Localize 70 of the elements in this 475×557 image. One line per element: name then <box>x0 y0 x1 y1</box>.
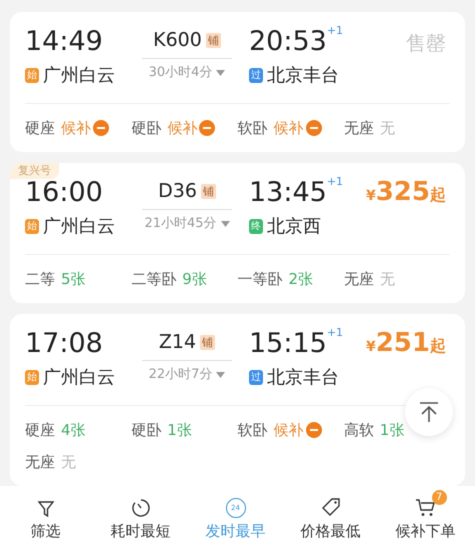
price-tag-icon <box>320 496 342 518</box>
sleeper-badge: 铺 <box>200 184 216 198</box>
seat-class: 二等卧 <box>131 268 176 290</box>
stop-badge: 过 <box>249 370 263 385</box>
seat-availability: 候补 <box>61 118 91 139</box>
departure-station: 广州白云 <box>43 64 115 88</box>
stop-badge: 终 <box>249 219 263 234</box>
seat-class: 二等 <box>25 268 55 290</box>
next-day-marker: +1 <box>326 175 344 189</box>
departure-station: 广州白云 <box>43 366 115 390</box>
departure-time: 14:49 <box>25 25 104 59</box>
seat-availability: 无 <box>380 268 395 290</box>
caret-icon <box>216 70 226 76</box>
stop-badge: 过 <box>249 68 263 83</box>
arrival-time: 13:45 <box>249 176 327 210</box>
price: ¥251起 <box>366 330 446 358</box>
seat-class: 一等卧 <box>238 268 282 290</box>
train-number[interactable]: K600 <box>153 26 202 54</box>
caret-icon <box>220 220 230 227</box>
seat-availability: 1张 <box>380 420 404 441</box>
seat-availability: 1张 <box>167 420 192 441</box>
seat-availability: 2张 <box>288 268 314 290</box>
sleeper-badge: 铺 <box>206 32 221 48</box>
sort-tab[interactable]: 价格最低 <box>285 486 380 542</box>
seat-class: 硬座 <box>25 118 55 139</box>
caret-icon <box>216 372 226 378</box>
sleeper-badge: 铺 <box>200 334 216 350</box>
departure-time: 17:08 <box>25 327 104 361</box>
next-day-marker: +1 <box>326 24 344 38</box>
filter-icon <box>36 500 54 518</box>
cart-icon <box>414 498 436 518</box>
arrival-station: 北京西 <box>267 215 321 239</box>
arrival-station: 北京丰台 <box>267 64 339 88</box>
arrival-station: 北京丰台 <box>267 366 339 390</box>
departure-time: 16:00 <box>25 176 104 210</box>
sold-out-label: 售罄 <box>406 31 446 55</box>
seat-availability: 5张 <box>61 268 86 290</box>
seat-class: 硬卧 <box>131 118 162 139</box>
seat-availability: 4张 <box>61 420 86 441</box>
seat-class: 无座 <box>344 118 374 139</box>
train-type-tag: 复兴号 <box>10 163 59 179</box>
seat-class: 软卧 <box>238 420 268 441</box>
seat-class: 无座 <box>344 268 374 290</box>
sort-tab[interactable]: 7 候补下单 <box>380 486 475 542</box>
seat-availability: 9张 <box>182 268 207 290</box>
sort-tab[interactable]: 耗时最短 <box>95 486 190 542</box>
origin-badge: 始 <box>25 370 39 385</box>
train-number[interactable]: D36 <box>158 176 197 206</box>
seat-class: 硬卧 <box>131 420 162 441</box>
arrival-time: 15:15 <box>249 327 327 361</box>
seat-availability: 无 <box>380 118 395 139</box>
arrow-up-icon <box>418 401 440 423</box>
price: ¥325起 <box>366 179 446 207</box>
seat-class: 高软 <box>344 420 374 441</box>
count-badge: 7 <box>432 490 446 505</box>
departure-station: 广州白云 <box>43 215 115 239</box>
origin-badge: 始 <box>25 219 39 234</box>
seat-class: 无座 <box>25 452 55 473</box>
seat-availability: 无 <box>61 452 76 473</box>
seat-availability: 候补 <box>274 420 304 441</box>
seat-availability: 候补 <box>274 118 304 139</box>
timer-icon <box>130 498 150 518</box>
seat-class: 硬座 <box>25 420 55 441</box>
next-day-marker: +1 <box>326 326 344 340</box>
sort-tab[interactable]: 筛选 <box>0 486 95 542</box>
arrival-time: 20:53 <box>249 25 327 59</box>
train-number[interactable]: Z14 <box>158 328 196 356</box>
origin-badge: 始 <box>25 68 39 83</box>
seat-availability: 候补 <box>167 118 198 139</box>
seat-class: 软卧 <box>238 118 268 139</box>
